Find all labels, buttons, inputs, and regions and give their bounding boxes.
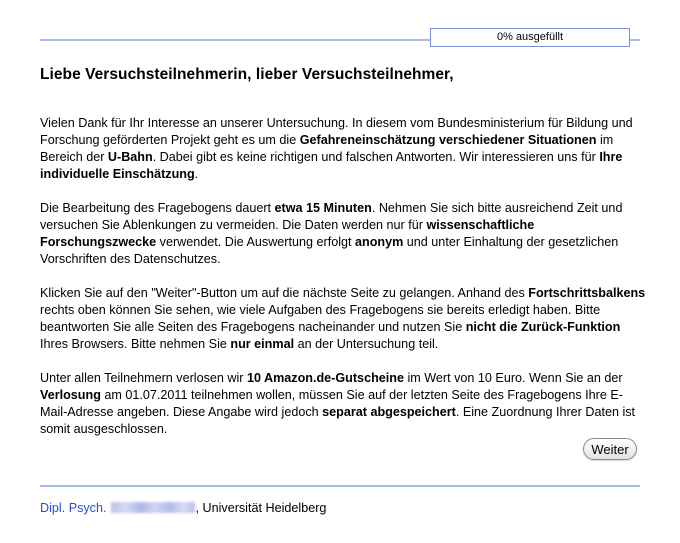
body-text: im Wert von 10 Euro. Wenn Sie an der: [403, 371, 623, 385]
body-text: an der Untersuchung teil.: [294, 337, 439, 351]
page-title: Liebe Versuchsteilnehmerin, lieber Versu…: [40, 66, 454, 83]
intro-paragraph: Vielen Dank für Ihr Interesse an unserer…: [40, 115, 646, 183]
body-text: .: [194, 167, 199, 181]
emphasis-text: nur einmal: [230, 337, 295, 351]
emphasis-text: Gefahreneinschätzung verschiedener Situa…: [299, 133, 597, 147]
progress-bar: 0% ausgefüllt: [430, 28, 630, 47]
redacted-name: [110, 502, 195, 513]
emphasis-text: 10 Amazon.de-Gutscheine: [246, 371, 404, 385]
emphasis-text: U-Bahn: [107, 150, 153, 164]
body-text: Die Bearbeitung des Fragebogens dauert: [40, 201, 275, 215]
progress-label: 0% ausgefüllt: [496, 31, 564, 43]
body-text: Unter allen Teilnehmern verlosen wir: [40, 371, 247, 385]
footer: Dipl. Psych. , Universität Heidelberg: [40, 501, 326, 515]
intro-text: Vielen Dank für Ihr Interesse an unserer…: [40, 115, 646, 455]
emphasis-text: separat abgespeichert: [322, 405, 456, 419]
intro-paragraph: Klicken Sie auf den "Weiter"-Button um a…: [40, 285, 646, 353]
intro-paragraph: Unter allen Teilnehmern verlosen wir 10 …: [40, 370, 646, 438]
body-text: Klicken Sie auf den "Weiter"-Button um a…: [40, 286, 529, 300]
emphasis-text: nicht die Zurück-Funktion: [465, 320, 621, 334]
footer-author: Dipl. Psych.: [40, 501, 196, 515]
body-text: verwendet. Die Auswertung erfolgt: [156, 235, 355, 249]
footer-affiliation: , Universität Heidelberg: [195, 501, 327, 515]
emphasis-text: anonym: [355, 235, 404, 249]
emphasis-text: etwa 15 Minuten: [274, 201, 372, 215]
weiter-button[interactable]: Weiter: [583, 438, 637, 460]
emphasis-text: Verlosung: [40, 388, 101, 402]
author-title: Dipl. Psych.: [40, 501, 107, 515]
emphasis-text: Fortschrittsbalkens: [528, 286, 646, 300]
bottom-divider: [40, 485, 640, 487]
body-text: . Dabei gibt es keine richtigen und fals…: [152, 150, 600, 164]
intro-paragraph: Die Bearbeitung des Fragebogens dauert e…: [40, 200, 646, 268]
body-text: Ihres Browsers. Bitte nehmen Sie: [40, 337, 231, 351]
